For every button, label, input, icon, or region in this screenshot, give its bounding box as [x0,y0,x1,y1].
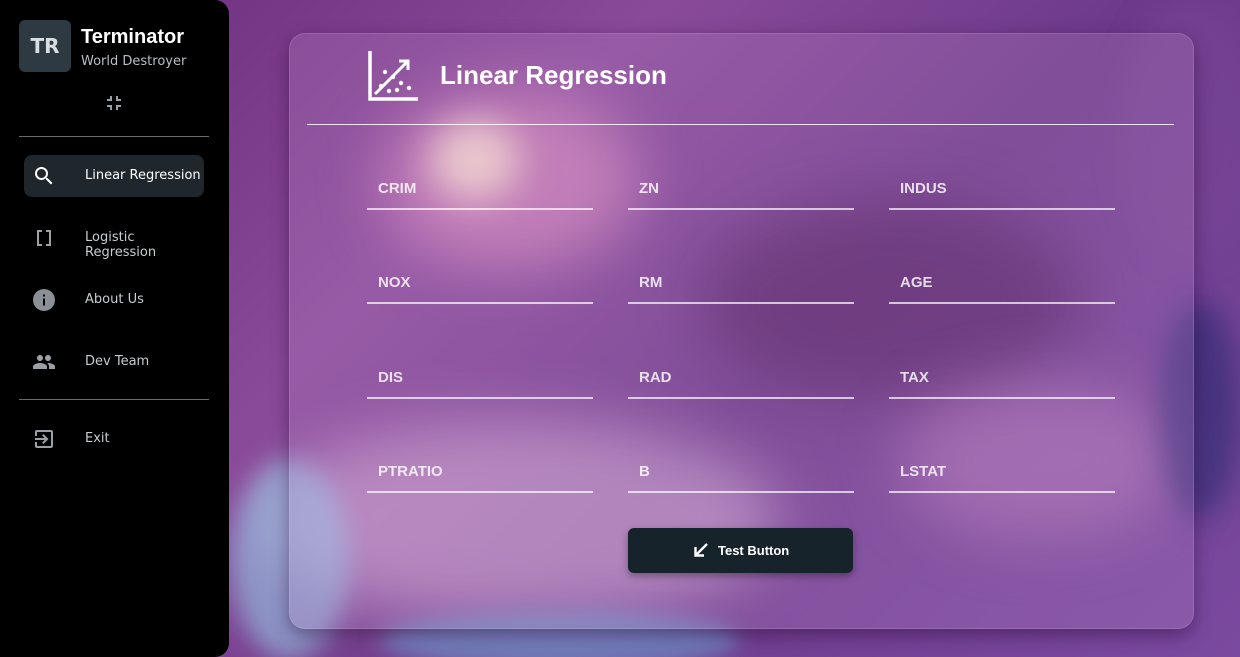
sidebar-item-dev-team[interactable]: Dev Team [24,341,204,383]
sidebar-item-logistic-regression[interactable]: Logistic Regression [24,217,204,260]
search-icon [32,164,56,188]
rad-input[interactable] [628,357,854,397]
sidebar-item-about-us[interactable]: About Us [24,279,204,321]
crim-field-wrap [367,168,593,210]
info-icon [32,288,56,312]
brackets-icon [32,226,56,250]
sidebar-item-label: Exit [85,431,110,446]
scatter-chart-icon [367,50,419,102]
crim-input[interactable] [367,168,593,208]
sidebar-item-label: Dev Team [85,354,150,369]
user-name: Terminator [81,26,184,48]
lstat-input[interactable] [889,451,1115,491]
sidebar-item-label: About Us [85,292,144,307]
sidebar-divider [19,136,209,137]
rad-field-wrap [628,357,854,399]
age-input[interactable] [889,262,1115,302]
nox-field-wrap [367,262,593,304]
title-divider [307,124,1174,125]
zn-field-wrap [628,168,854,210]
arrow-down-left-icon [691,540,711,560]
indus-input[interactable] [889,168,1115,208]
indus-field-wrap [889,168,1115,210]
test-button-label: Test Button [718,543,790,558]
nox-input[interactable] [367,262,593,302]
dis-input[interactable] [367,357,593,397]
sidebar-item-label: Linear Regression [85,168,201,183]
rm-input[interactable] [628,262,854,302]
page-title: Linear Regression [440,60,667,90]
rm-field-wrap [628,262,854,304]
user-role: World Destroyer [81,54,187,69]
tax-field-wrap [889,357,1115,399]
sidebar-item-exit[interactable]: Exit [24,418,204,460]
sidebar-item-linear-regression[interactable]: Linear Regression [24,155,204,197]
lstat-field-wrap [889,451,1115,493]
test-button[interactable]: Test Button [628,528,853,573]
b-input[interactable] [628,451,854,491]
dis-field-wrap [367,357,593,399]
sidebar-divider [19,399,209,400]
collapse-sidebar-icon[interactable] [102,91,126,115]
people-icon [32,350,56,374]
sidebar: TR Terminator World Destroyer Linear Reg… [0,0,229,657]
exit-icon [32,427,56,451]
ptratio-input[interactable] [367,451,593,491]
zn-input[interactable] [628,168,854,208]
tax-input[interactable] [889,357,1115,397]
sidebar-item-label: Logistic Regression [85,230,157,260]
ptratio-field-wrap [367,451,593,493]
age-field-wrap [889,262,1115,304]
b-field-wrap [628,451,854,493]
avatar: TR [19,20,71,72]
